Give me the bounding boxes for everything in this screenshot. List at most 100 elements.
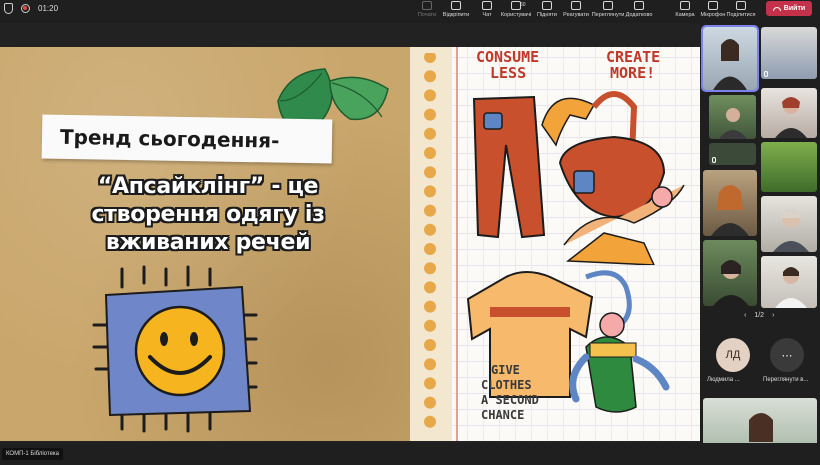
raise-hand-icon <box>542 1 552 10</box>
participant-tile-6[interactable] <box>761 142 817 192</box>
chat-icon <box>482 1 492 10</box>
spiral-ring <box>424 300 436 313</box>
meeting-status: 01:20 <box>4 3 58 14</box>
consume-less-text: CONSUME LESS <box>476 49 539 81</box>
spiral-ring <box>424 358 436 371</box>
participant-tile-4[interactable] <box>761 88 817 138</box>
spiral-ring <box>424 204 436 217</box>
participant-tile-10[interactable] <box>761 256 817 308</box>
participant-count-badge: 60 <box>520 2 526 8</box>
toolbar-button-label: Реагувати <box>563 12 589 18</box>
consume-word: CONSUME <box>476 48 540 66</box>
margin-line <box>456 47 458 441</box>
toolbar-button-raise-hand[interactable]: Підняти <box>532 1 562 18</box>
recording-icon <box>21 4 30 13</box>
toolbar-button-label: Камера <box>675 12 695 18</box>
play-icon <box>422 1 432 10</box>
spiral-ring <box>424 166 436 179</box>
more-participants-button[interactable]: ⋯ <box>770 338 804 372</box>
avatar[interactable]: ЛД <box>716 338 750 372</box>
spiral-ring <box>424 281 436 294</box>
spiral-ring <box>424 396 436 409</box>
participant-video <box>719 108 747 139</box>
toolbar-button-label: Поділитися <box>726 12 756 18</box>
participant-tile-5[interactable] <box>709 143 756 165</box>
participant-tile-3[interactable] <box>709 95 756 139</box>
participant-video <box>773 209 809 252</box>
spiral-ring <box>424 127 436 140</box>
subtitle-line-1: “Апсайклінг” - це <box>97 174 319 199</box>
spiral-ring <box>424 147 436 159</box>
smiley-patch-illustration <box>92 265 258 433</box>
spiral-ring <box>424 108 436 121</box>
create-more-text: CREATE MORE! <box>606 49 660 81</box>
toolbar-button-label: Чат <box>482 12 492 18</box>
unpin-icon <box>451 1 461 10</box>
participant-tile-7[interactable] <box>703 170 757 236</box>
participant-video <box>711 185 749 236</box>
shield-icon <box>4 3 13 14</box>
phone-icon <box>772 6 781 11</box>
toolbar-button-react[interactable]: Реагувати <box>561 1 591 18</box>
react-icon <box>571 1 581 10</box>
participant-tile-2[interactable] <box>761 27 817 79</box>
spiral-ring <box>424 377 436 390</box>
toolbar-button-share[interactable]: Поділитися <box>726 1 756 18</box>
subtitle-line-3: вживаних речей <box>105 230 311 255</box>
presentation-slide: Тренд сьогодення- “Апсайклінг” - це ство… <box>0 47 700 441</box>
participant-tile-8[interactable] <box>761 196 817 252</box>
toolbar-button-label: Переглянути <box>591 12 625 18</box>
give-line-2: CLOTHES <box>481 378 532 392</box>
gallery-pager: ‹ 1/2 › <box>744 312 774 319</box>
chevron-right-icon[interactable]: › <box>772 312 774 319</box>
jeans-to-bag-illustration <box>472 91 685 265</box>
meeting-timer: 01:20 <box>38 4 59 13</box>
give-line-3: A SECOND <box>481 393 539 407</box>
toolbar-button-view[interactable]: Переглянути <box>591 1 625 18</box>
toolbar-button-unpin[interactable]: Відкріпити <box>441 1 471 18</box>
participant-tile-9[interactable] <box>703 240 757 306</box>
toolbar-button-label: Користувачі <box>500 12 532 18</box>
share-icon <box>736 1 746 10</box>
leave-button[interactable]: Вийти <box>766 1 812 16</box>
page-indicator: 1/2 <box>754 312 765 319</box>
spiral-ring <box>424 415 436 428</box>
toolbar-button-people[interactable]: 60 Користувачі <box>501 1 531 18</box>
avatar-name: Людмила ... <box>707 377 740 383</box>
toolbar-button-label: Підняти <box>537 12 557 18</box>
toolbar-button-label: Мікрофон <box>700 12 726 18</box>
presenter-name: КОМП-1 Бібліотека <box>2 448 63 460</box>
slide-subtitle: “Апсайклінг” - це створення одягу із вжи… <box>34 173 382 257</box>
participant-video <box>713 260 749 306</box>
toolbar-button-label: Почати <box>417 12 437 18</box>
spiral-ring <box>424 262 436 275</box>
give-line-1: GIVE <box>491 363 520 377</box>
participant-video <box>775 97 807 138</box>
participant-tile-1[interactable] <box>701 25 759 92</box>
spiral-ring <box>424 89 436 102</box>
shared-screen: Тренд сьогодення- “Апсайклінг” - це ство… <box>0 23 700 443</box>
participant-video <box>713 39 747 90</box>
slide-title: Тренд сьогодення- <box>41 114 333 164</box>
more-icon <box>634 1 644 10</box>
toolbar-button-microphone[interactable]: Мікрофон <box>698 1 728 18</box>
participant-video <box>775 267 807 308</box>
leave-label: Вийти <box>783 5 806 12</box>
spiral-rings <box>424 53 436 428</box>
spiral-ring <box>424 319 436 332</box>
toolbar-button-more[interactable]: Додатково <box>624 1 654 18</box>
spiral-ring <box>424 70 436 83</box>
bottom-bar: КОМП-1 Бібліотека <box>0 443 820 465</box>
microphone-icon <box>708 1 718 10</box>
microphone-icon <box>712 157 716 163</box>
toolbar-button-label: Відкріпити <box>442 12 470 18</box>
toolbar-button-chat[interactable]: Чат <box>472 1 502 18</box>
less-word: LESS <box>490 64 527 82</box>
subtitle-line-2: створення одягу із <box>91 202 325 227</box>
more-participants-label: Переглянути в... <box>763 377 809 383</box>
create-word: CREATE <box>606 48 661 66</box>
toolbar-button-play[interactable]: Почати <box>412 1 442 18</box>
spiral-ring <box>424 243 436 255</box>
chevron-left-icon[interactable]: ‹ <box>744 312 746 319</box>
toolbar-button-camera[interactable]: Камера <box>670 1 700 18</box>
